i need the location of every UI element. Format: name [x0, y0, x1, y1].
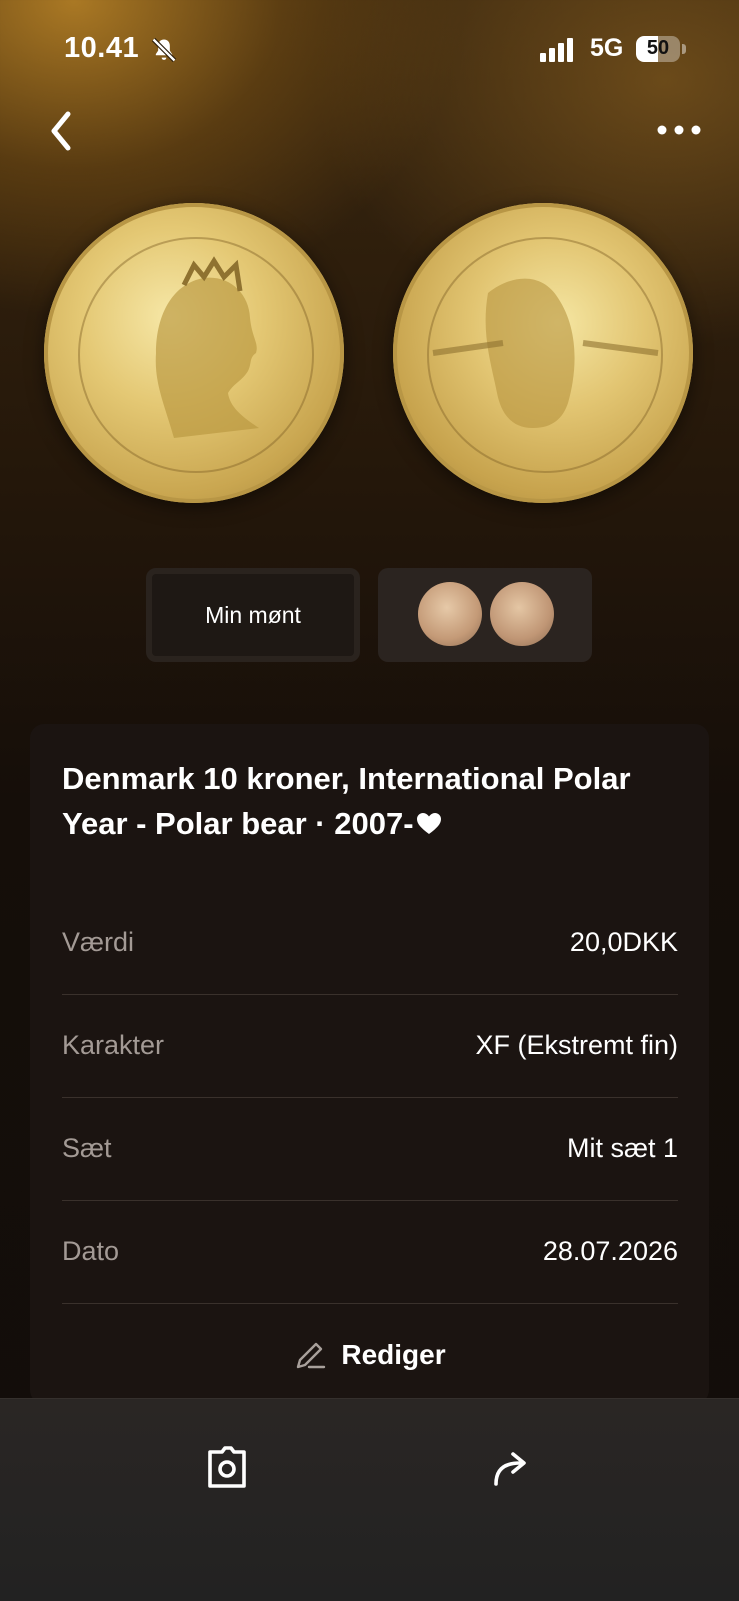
- signal-icon: [540, 38, 576, 62]
- detail-row-value: Værdi 20,0DKK: [62, 891, 678, 995]
- detail-row-grade: Karakter XF (Ekstremt fin): [62, 994, 678, 1098]
- tab-my-coin-label: Min mønt: [205, 601, 301, 628]
- tab-my-coin[interactable]: Min mønt: [146, 568, 360, 662]
- detail-value: Mit sæt 1: [566, 1133, 678, 1163]
- detail-value: XF (Ekstremt fin): [475, 1030, 678, 1060]
- heart-icon[interactable]: [416, 812, 442, 836]
- tab-reference-coin[interactable]: [378, 568, 592, 662]
- detail-label: Karakter: [62, 1030, 165, 1060]
- pencil-icon: [297, 1342, 326, 1369]
- detail-value: 20,0DKK: [569, 927, 678, 957]
- edit-label: Rediger: [341, 1339, 446, 1370]
- network-type: 5G: [590, 34, 624, 62]
- coin-obverse-image[interactable]: [44, 203, 344, 503]
- status-time: 10.41: [64, 32, 140, 64]
- detail-label: Sæt: [62, 1133, 112, 1163]
- battery-level: 50: [646, 37, 670, 59]
- detail-label: Værdi: [62, 927, 135, 957]
- more-options-button[interactable]: [656, 118, 702, 142]
- battery-icon: 50: [636, 36, 680, 62]
- polar-bear-icon: [432, 278, 659, 428]
- bottom-toolbar: [0, 1398, 739, 1601]
- detail-value: 28.07.2026: [542, 1236, 678, 1266]
- back-button[interactable]: [46, 108, 76, 154]
- detail-row-date: Dato 28.07.2026: [62, 1200, 678, 1304]
- detail-label: Dato: [62, 1236, 120, 1266]
- bell-muted-icon: [151, 37, 177, 63]
- coin-front-thumbnail: [418, 582, 482, 646]
- detail-row-set: Sæt Mit sæt 1: [62, 1097, 678, 1201]
- queen-portrait-icon: [155, 256, 259, 438]
- edit-button[interactable]: Rediger: [0, 1330, 739, 1380]
- battery-nub: [682, 44, 686, 54]
- coin-back-thumbnail: [490, 582, 554, 646]
- coin-reverse-image[interactable]: [393, 203, 693, 503]
- coin-title-text: Denmark 10 kroner, International Polar Y…: [62, 761, 631, 841]
- share-icon[interactable]: [490, 1446, 532, 1488]
- coin-title: Denmark 10 kroner, International Polar Y…: [62, 756, 682, 846]
- camera-icon[interactable]: [204, 1444, 250, 1490]
